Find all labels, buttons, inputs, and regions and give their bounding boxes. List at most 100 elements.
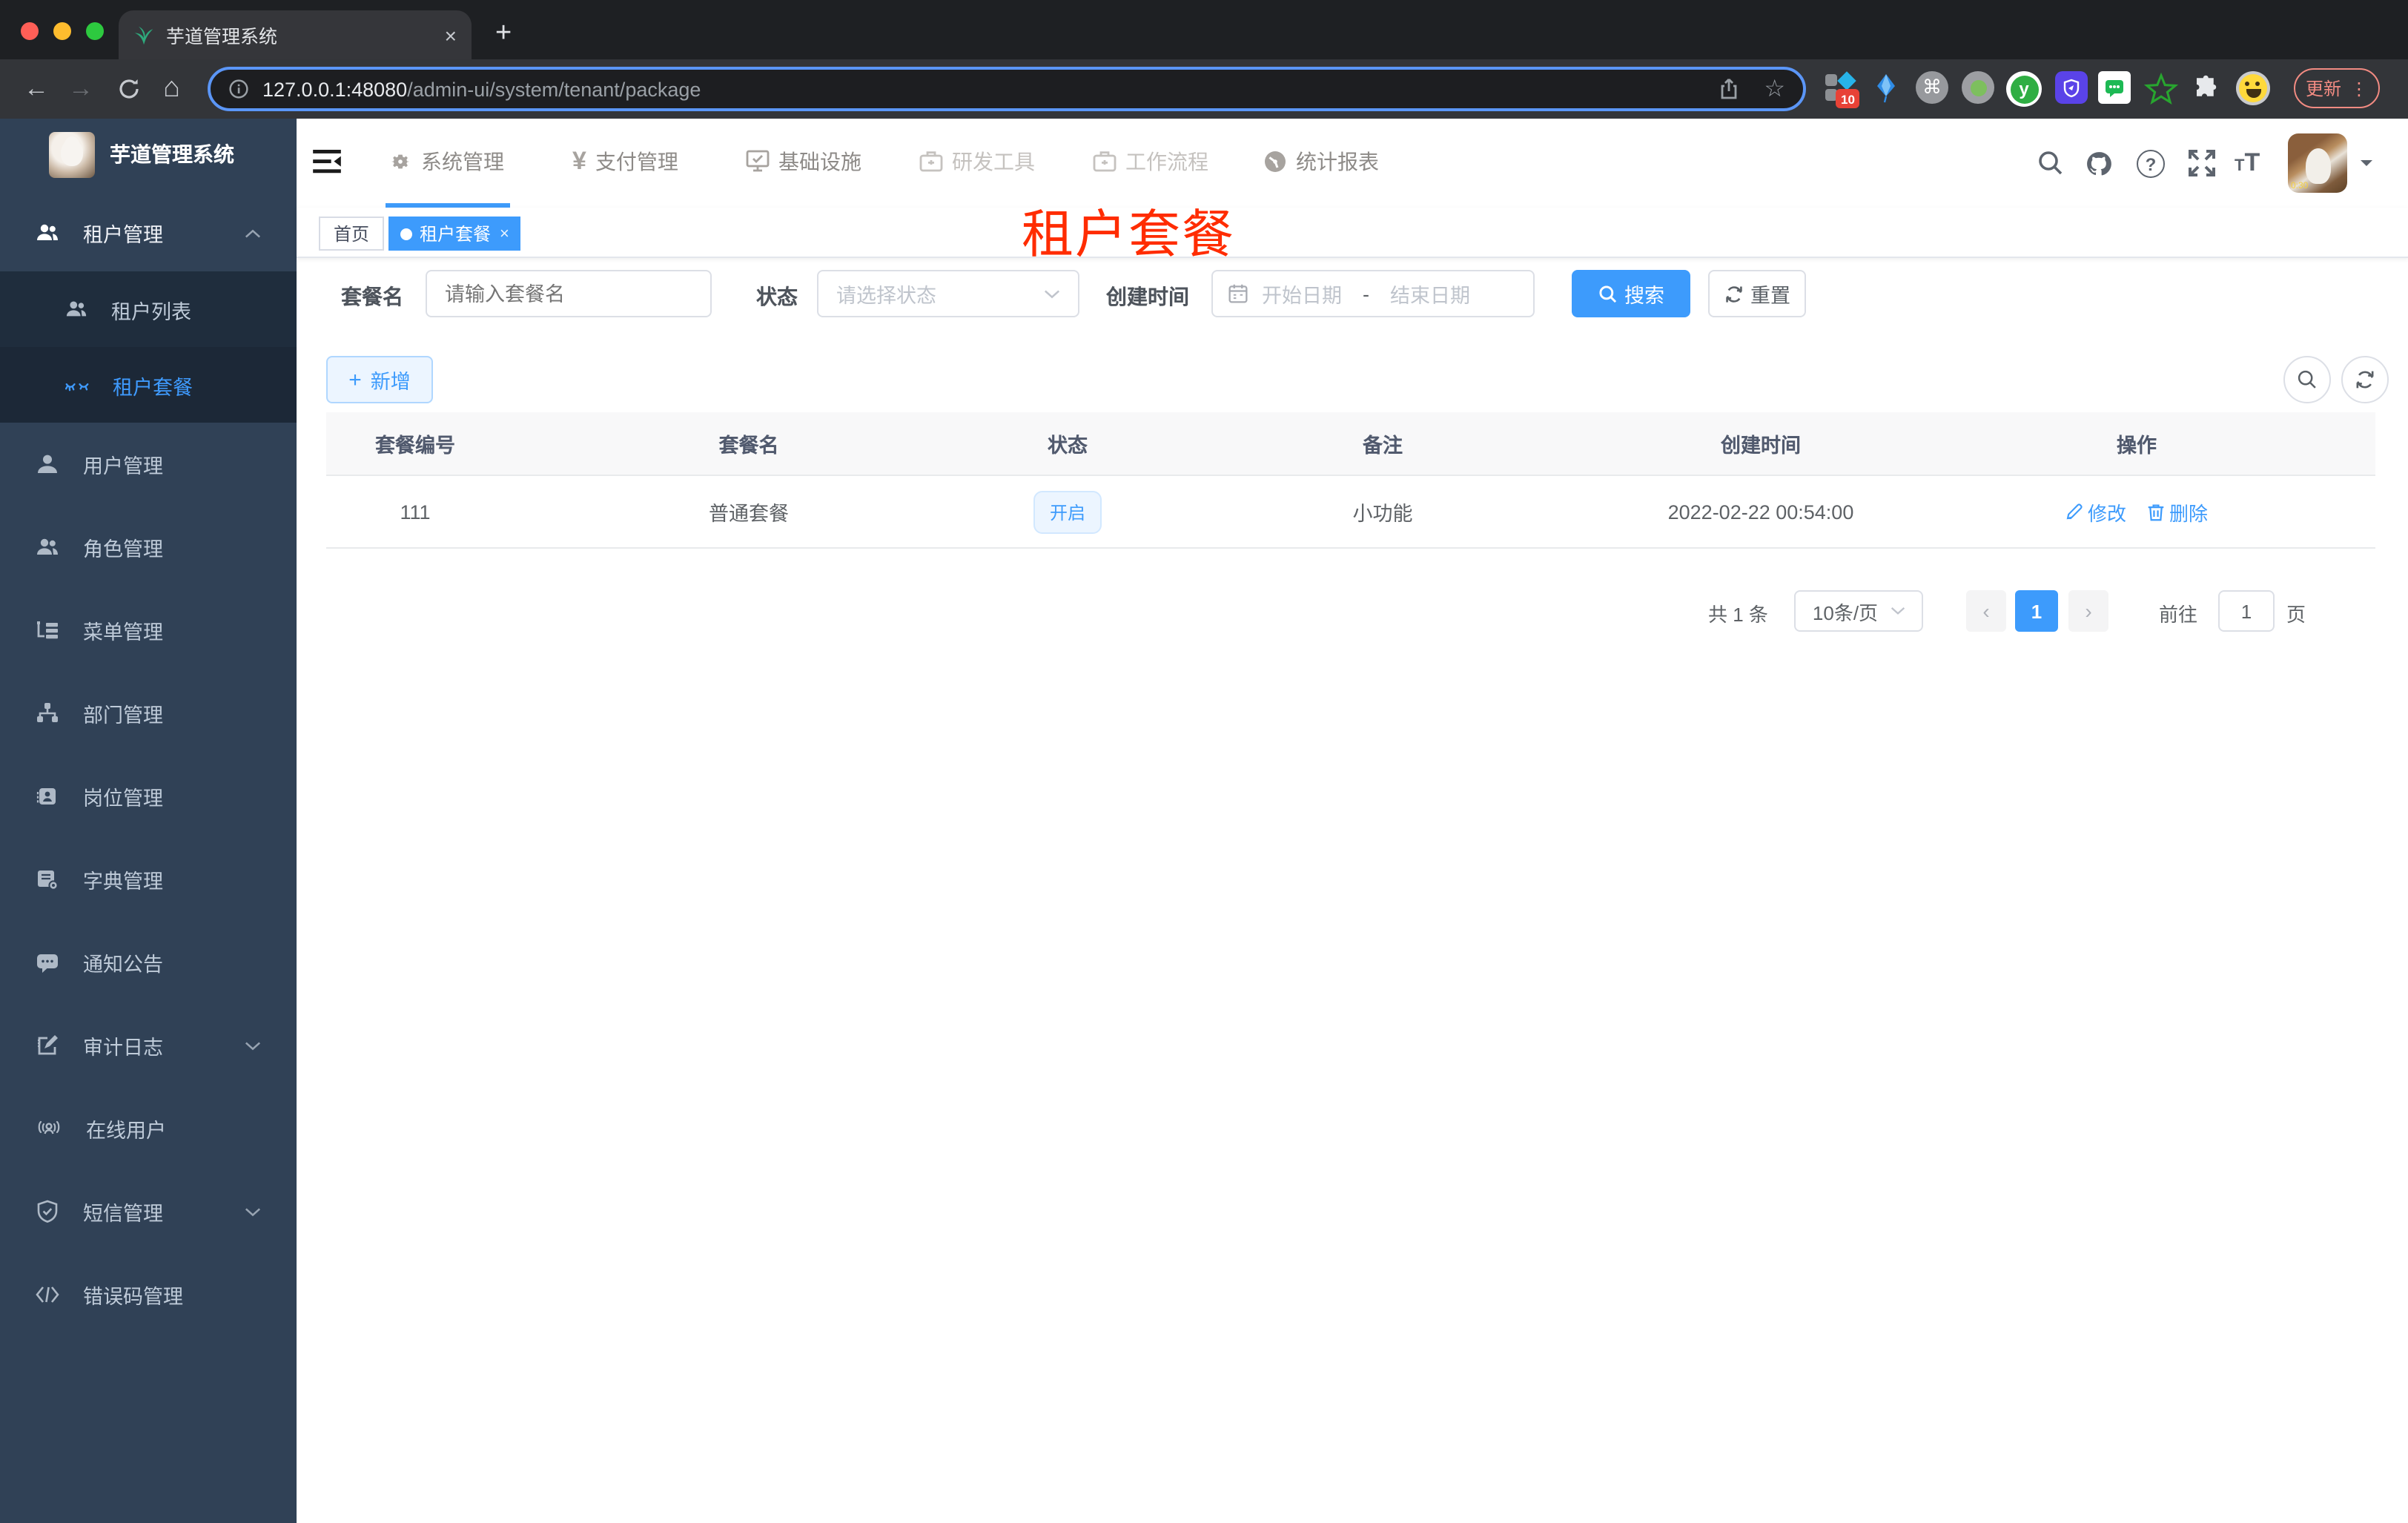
extension-emoji-icon[interactable] [2236, 71, 2270, 105]
delete-link[interactable]: 删除 [2147, 498, 2208, 526]
package-name-input-field[interactable] [427, 271, 710, 316]
sidebar-item-post-management[interactable]: 岗位管理 [0, 755, 297, 838]
user-avatar[interactable] [2288, 133, 2347, 193]
date-end-placeholder[interactable]: 结束日期 [1390, 279, 1470, 308]
site-info-icon[interactable] [228, 79, 249, 99]
bookmark-star-icon[interactable]: ☆ [1764, 74, 1785, 104]
add-button[interactable]: + 新增 [326, 356, 433, 403]
fullscreen-icon[interactable] [2189, 150, 2215, 176]
reset-button[interactable]: 重置 [1708, 270, 1806, 317]
sidebar-item-tenant-package[interactable]: 租户套餐 [0, 347, 297, 423]
browser-update-button[interactable]: 更新 ⋮ [2294, 68, 2380, 108]
user-icon [38, 455, 57, 473]
sidebar-collapse-icon[interactable] [313, 150, 341, 174]
extension-star-icon[interactable] [2144, 73, 2178, 107]
url-text[interactable]: 127.0.0.1:48080/admin-ui/system/tenant/p… [262, 78, 1693, 100]
sidebar-item-online-users[interactable]: 在线用户 [0, 1087, 297, 1170]
home-icon[interactable]: ⌂ [163, 73, 180, 105]
col-header-id[interactable]: 套餐编号 [326, 412, 504, 475]
extension-y-icon[interactable]: y [2006, 71, 2042, 107]
tab-close-icon[interactable]: × [445, 23, 457, 47]
extensions-puzzle-icon[interactable] [2192, 74, 2223, 105]
sidebar-item-tenant-management[interactable]: 租户管理 [0, 202, 297, 264]
traffic-light-close[interactable] [21, 22, 39, 40]
sidebar-item-role-management[interactable]: 角色管理 [0, 506, 297, 589]
col-header-created[interactable]: 创建时间 [1624, 412, 1898, 475]
edit-link[interactable]: 修改 [2065, 498, 2126, 526]
forward-icon[interactable]: → [68, 74, 93, 104]
sidebar-item-department-management[interactable]: 部门管理 [0, 672, 297, 755]
sidebar-item-menu-management[interactable]: 菜单管理 [0, 589, 297, 672]
extension-chat-icon[interactable] [2098, 71, 2131, 104]
sidebar-item-audit-log[interactable]: 审计日志 [0, 1004, 297, 1087]
avatar-caret-down-icon[interactable] [2361, 160, 2372, 172]
nav-tab-system[interactable]: 系统管理 [388, 119, 504, 203]
extension-grid-icon[interactable]: 10 [1824, 71, 1860, 108]
extension-shield-icon[interactable] [2055, 71, 2088, 104]
page-size-select[interactable]: 10条/页 [1794, 590, 1923, 632]
cell-created-time: 2022-02-22 00:54:00 [1624, 476, 1898, 549]
pagination-goto-input[interactable] [2218, 590, 2275, 632]
browser-menu-kebab-icon[interactable]: ⋮ [2350, 78, 2368, 99]
font-size-icon[interactable]: TT [2235, 148, 2260, 178]
pagination-page-1[interactable]: 1 [2015, 590, 2058, 632]
refresh-icon [1725, 285, 1742, 302]
col-header-name[interactable]: 套餐名 [504, 412, 993, 475]
date-start-placeholder[interactable]: 开始日期 [1262, 279, 1342, 308]
extension-dot-icon[interactable] [1962, 71, 1994, 104]
sidebar-logo-block[interactable]: 芋道管理系统 [0, 119, 297, 190]
extension-badge: 10 [1836, 89, 1860, 108]
sidebar-item-label: 租户列表 [111, 300, 191, 323]
traffic-light-minimize[interactable] [53, 22, 71, 40]
url-bar[interactable]: 127.0.0.1:48080/admin-ui/system/tenant/p… [208, 67, 1806, 111]
col-header-status[interactable]: 状态 [993, 412, 1142, 475]
tag-tenant-package[interactable]: 租户套餐 × [388, 217, 521, 251]
filter-status-label: 状态 [756, 285, 798, 308]
nav-tab-payment[interactable]: ¥ 支付管理 [572, 119, 678, 203]
sidebar-item-sms-management[interactable]: 短信管理 [0, 1170, 297, 1253]
nav-tab-workflow[interactable]: 工作流程 [1093, 119, 1208, 203]
help-question-icon[interactable]: ? [2137, 150, 2165, 178]
app-title: 芋道管理系统 [110, 142, 234, 166]
package-table: 套餐编号 套餐名 状态 备注 创建时间 操作 111 普通套餐 开启 小功能 2… [326, 412, 2375, 549]
table-row[interactable]: 111 普通套餐 开启 小功能 2022-02-22 00:54:00 修改 删… [326, 476, 2375, 549]
col-header-remark[interactable]: 备注 [1142, 412, 1624, 475]
sidebar-item-error-code-management[interactable]: 错误码管理 [0, 1253, 297, 1336]
peoples-icon [65, 383, 89, 391]
pagination-prev-button[interactable]: ‹ [1966, 590, 2006, 632]
nav-tab-dev-tools[interactable]: 研发工具 [919, 119, 1035, 203]
tag-home[interactable]: 首页 [319, 217, 385, 251]
date-range-picker[interactable]: 开始日期 - 结束日期 [1211, 270, 1535, 317]
nav-tab-infrastructure[interactable]: 基础设施 [746, 119, 861, 203]
tag-close-icon[interactable]: × [500, 225, 509, 242]
nav-tab-reports[interactable]: 统计报表 [1263, 119, 1379, 203]
sidebar-item-label: 角色管理 [83, 538, 163, 561]
table-search-toggle-button[interactable] [2283, 356, 2331, 403]
sidebar-item-label: 审计日志 [83, 1037, 163, 1059]
refresh-icon [2356, 371, 2374, 389]
reload-icon[interactable] [117, 77, 141, 101]
sidebar-item-tenant-list[interactable]: 租户列表 [0, 271, 297, 347]
pagination-next-button[interactable]: › [2068, 590, 2108, 632]
chevron-up-icon [245, 228, 261, 237]
traffic-light-zoom[interactable] [86, 22, 104, 40]
status-select[interactable]: 请选择状态 [817, 270, 1079, 317]
share-icon[interactable] [1716, 77, 1740, 101]
col-header-actions[interactable]: 操作 [1898, 412, 2375, 475]
new-tab-button[interactable]: + [495, 15, 512, 53]
header-search-icon[interactable] [2037, 150, 2064, 176]
package-name-input[interactable] [426, 270, 712, 317]
sidebar-item-user-management[interactable]: 用户管理 [0, 423, 297, 506]
table-refresh-button[interactable] [2341, 356, 2389, 403]
sidebar-item-dict-management[interactable]: 字典管理 [0, 838, 297, 921]
gear-icon [391, 153, 409, 168]
extension-command-icon[interactable]: ⌘ [1916, 71, 1948, 104]
github-icon[interactable] [2085, 150, 2113, 178]
browser-tab[interactable]: 芋道管理系统 × [119, 10, 472, 59]
url-path: /admin-ui/system/tenant/package [407, 78, 701, 100]
search-button[interactable]: 搜索 [1572, 270, 1690, 317]
date-separator: - [1363, 283, 1369, 305]
back-icon[interactable]: ← [24, 74, 49, 104]
sidebar-item-notice-announcement[interactable]: 通知公告 [0, 921, 297, 1004]
extension-kite-icon[interactable] [1871, 73, 1901, 105]
